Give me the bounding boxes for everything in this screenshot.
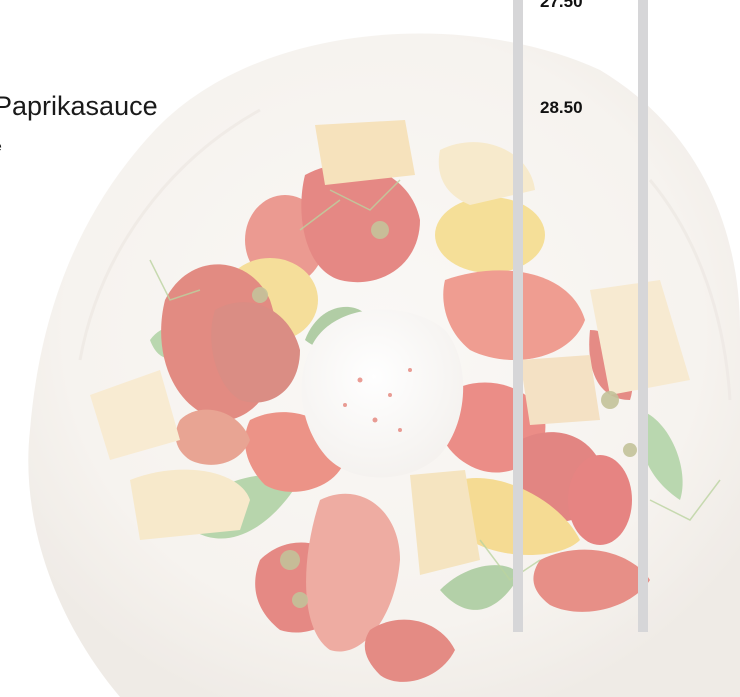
menu-item-price: 28.50: [540, 98, 583, 117]
scroll-rail-right: [638, 0, 648, 632]
scroll-rail-left: [513, 0, 523, 632]
price-previous-item: 27.50: [540, 0, 583, 11]
menu-item-title: Paprikasauce: [0, 91, 158, 121]
menu-item-description: e: [0, 138, 2, 154]
